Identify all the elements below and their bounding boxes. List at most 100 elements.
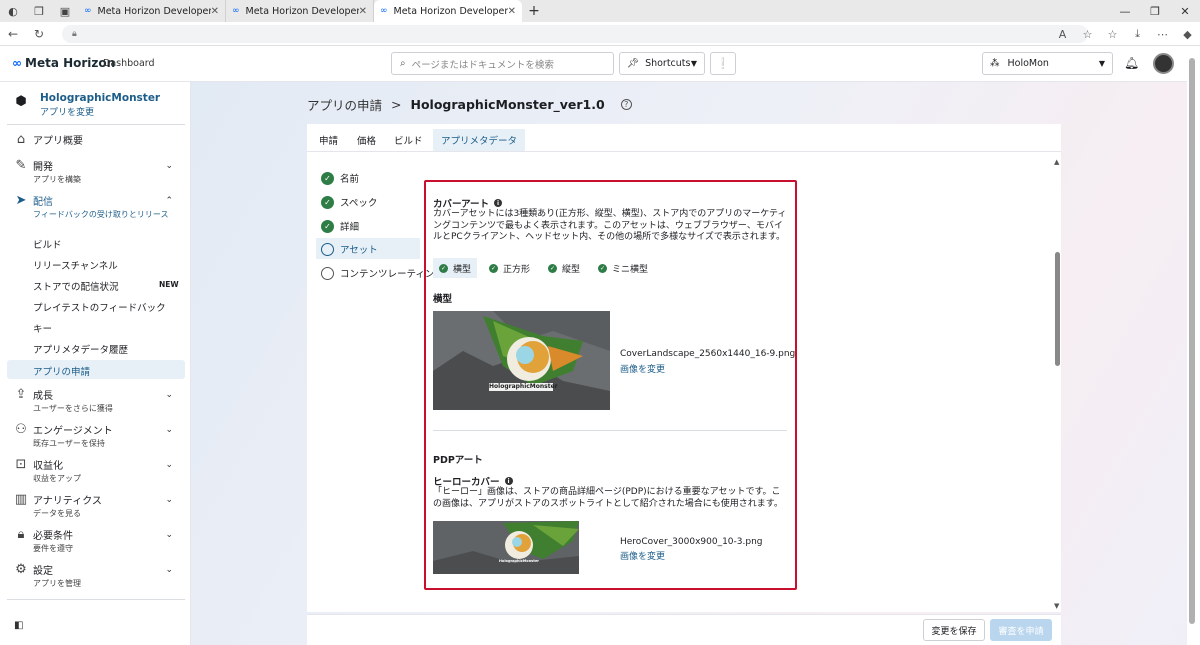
- sidebar-item-sublabel: 既存ユーザーを保持: [33, 439, 105, 448]
- extensions-icon[interactable]: ⋯: [1150, 28, 1175, 41]
- sidebar-item-overview[interactable]: ⌂ アプリ概要: [0, 132, 191, 147]
- sidebar-item-label: 収益化: [33, 461, 63, 472]
- browser-tab-title: Meta Horizon Developers: [97, 5, 211, 17]
- sidebar-item-analytics[interactable]: ▥ アナリティクス データを見る ⌄: [0, 492, 191, 519]
- collapse-sidebar-icon[interactable]: ◧: [14, 620, 23, 631]
- favorite-star-icon[interactable]: ☆: [1075, 28, 1100, 41]
- url-field[interactable]: 🔒︎: [62, 25, 1088, 43]
- page-title: HolographicMonster_ver1.0: [410, 97, 605, 112]
- sidebar-item-sublabel: アプリを管理: [33, 579, 81, 588]
- sidebar-subitem-keys[interactable]: キー: [33, 321, 52, 335]
- org-selector[interactable]: ⁂ HoloMon ▼: [982, 52, 1113, 75]
- page-scrollbar-thumb[interactable]: [1189, 58, 1195, 624]
- help-icon[interactable]: ?: [620, 99, 632, 110]
- browser-tab-3[interactable]: ∞ Meta Horizon Developers ✕: [374, 0, 522, 22]
- tab-actions-icon[interactable]: ▣: [52, 0, 78, 22]
- search-input[interactable]: ⌕ ページまたはドキュメントを検索: [391, 52, 614, 75]
- app-switcher[interactable]: ⬢ HolographicMonster アプリを変更: [12, 92, 160, 118]
- profile-icon[interactable]: ◐: [0, 0, 26, 22]
- sidebar-item-requirements[interactable]: 🔒︎ 必要条件 要件を遵守 ⌄: [0, 527, 191, 554]
- save-changes-button[interactable]: 変更を保存: [923, 619, 985, 641]
- chevron-up-icon: ⌃: [165, 196, 173, 206]
- divider: [7, 599, 185, 600]
- step-name[interactable]: ✓ 名前: [321, 171, 359, 185]
- step-details[interactable]: ✓ 詳細: [321, 219, 359, 233]
- sidebar-item-settings[interactable]: ⚙ 設定 アプリを管理 ⌄: [0, 562, 191, 589]
- sidebar-subitem-metadata-history[interactable]: アプリメタデータ履歴: [33, 342, 128, 356]
- copilot-icon[interactable]: ◆: [1175, 28, 1200, 41]
- browser-tab-1[interactable]: ∞ Meta Horizon Developers ✕: [78, 0, 226, 22]
- close-tab-icon[interactable]: ✕: [508, 6, 516, 17]
- scroll-up-icon[interactable]: ▲: [1054, 158, 1059, 166]
- step-specs[interactable]: ✓ スペック: [321, 195, 377, 209]
- sidebar-item-sublabel: 要件を遵守: [33, 544, 73, 553]
- sidebar-subitem-store-status[interactable]: ストアでの配信状況: [33, 279, 119, 293]
- browser-tab-bar: ◐ ❒ ▣ ∞ Meta Horizon Developers ✕ ∞ Meta…: [0, 0, 1200, 22]
- chevron-down-icon: ⌄: [165, 161, 173, 171]
- address-bar-row: ← ↻ 🔒︎ A ☆ ☆ ⤓ ⋯ ◆: [0, 22, 1200, 46]
- browser-tab-2[interactable]: ∞ Meta Horizon Developers ✕: [226, 0, 374, 22]
- minimize-icon[interactable]: —: [1110, 0, 1140, 22]
- chevron-down-icon: ⌄: [165, 495, 173, 505]
- scroll-down-icon[interactable]: ▼: [1054, 602, 1059, 610]
- meta-horizon-logo[interactable]: ∞ Meta Horizon: [12, 56, 115, 70]
- sidebar-item-label: 成長: [33, 391, 53, 402]
- highlight-box: [424, 180, 797, 590]
- sidebar-item-grow[interactable]: ⇪ 成長 ユーザーをさらに獲得 ⌄: [0, 387, 191, 414]
- sidebar-item-sublabel: データを見る: [33, 509, 81, 518]
- check-circle-icon: ✓: [321, 171, 334, 185]
- submit-review-button[interactable]: 審査を申請: [990, 619, 1052, 641]
- step-label: スペック: [340, 198, 378, 209]
- org-icon: ⁂: [990, 58, 1000, 69]
- sidebar-item-develop[interactable]: ✎ 開発 アプリを構築 ⌄: [0, 158, 191, 185]
- lock-icon: 🔒︎: [17, 527, 25, 542]
- sidebar-subitem-release-channels[interactable]: リリースチャンネル: [33, 258, 118, 272]
- sidebar-subitem-builds[interactable]: ビルド: [33, 237, 62, 251]
- downloads-icon[interactable]: ⤓: [1125, 27, 1150, 41]
- chevron-down-icon: ▼: [1098, 59, 1105, 68]
- shortcuts-button[interactable]: 📌︎ Shortcuts ▼: [619, 52, 705, 75]
- workspaces-icon[interactable]: ❒: [26, 0, 52, 22]
- breadcrumb-parent[interactable]: アプリの申請: [307, 95, 382, 114]
- tab-builds[interactable]: ビルド: [394, 129, 423, 151]
- notification-bell-icon[interactable]: 🔔︎: [1124, 56, 1139, 70]
- sidebar-item-distribute[interactable]: ➤ 配信 フィードバックの受け取りとリリース ⌃: [0, 193, 191, 220]
- sidebar-item-label: 開発: [33, 162, 53, 173]
- reload-icon[interactable]: ↻: [26, 27, 52, 41]
- send-icon: ➤: [15, 193, 27, 208]
- tab-app-metadata[interactable]: アプリメタデータ: [433, 129, 526, 151]
- maximize-icon[interactable]: ❐: [1140, 0, 1170, 22]
- app-header: ∞ Meta Horizon Dashboard ⌕ ページまたはドキュメントを…: [0, 46, 1200, 82]
- sidebar-item-engage[interactable]: ⚇ エンゲージメント 既存ユーザーを保持 ⌄: [0, 422, 191, 449]
- close-window-icon[interactable]: ✕: [1170, 0, 1200, 22]
- check-circle-icon: ✓: [321, 195, 334, 209]
- new-tab-icon[interactable]: +: [522, 0, 546, 22]
- gear-icon: ⚙: [15, 562, 27, 577]
- content-scrollbar[interactable]: [1053, 158, 1061, 610]
- scrollbar-thumb[interactable]: [1055, 252, 1060, 366]
- sidebar-item-label: エンゲージメント: [33, 426, 113, 437]
- back-icon[interactable]: ←: [0, 27, 26, 41]
- favorites-icon[interactable]: ☆: [1100, 28, 1125, 41]
- browser-tab-title: Meta Horizon Developers: [393, 5, 508, 17]
- feedback-icon: ❕: [716, 57, 730, 70]
- step-assets[interactable]: アセット: [321, 242, 378, 256]
- sidebar-item-monetize[interactable]: ⊡ 収益化 収益をアップ ⌄: [0, 457, 191, 484]
- tab-submission[interactable]: 申請: [319, 129, 338, 151]
- feedback-button[interactable]: ❕: [710, 52, 736, 75]
- dashboard-label: Dashboard: [103, 58, 155, 69]
- close-tab-icon[interactable]: ✕: [211, 6, 219, 17]
- read-aloud-icon[interactable]: A: [1050, 28, 1075, 41]
- sidebar-item-sublabel: アプリを構築: [33, 175, 81, 184]
- sidebar-item-label: 必要条件: [33, 531, 73, 542]
- meta-favicon-icon: ∞: [380, 6, 388, 16]
- sidebar-subitem-playtest-feedback[interactable]: プレイテストのフィードバック: [33, 300, 166, 314]
- sidebar-item-sublabel: ユーザーをさらに獲得: [33, 404, 113, 413]
- meta-logo-icon: ∞: [12, 56, 22, 70]
- sidebar-subitem-app-submission[interactable]: アプリの申請: [33, 364, 90, 378]
- tab-pricing[interactable]: 価格: [357, 129, 376, 151]
- close-tab-icon[interactable]: ✕: [359, 6, 367, 17]
- avatar[interactable]: [1153, 53, 1174, 74]
- change-app-link[interactable]: アプリを変更: [40, 105, 160, 118]
- meta-favicon-icon: ∞: [232, 6, 240, 16]
